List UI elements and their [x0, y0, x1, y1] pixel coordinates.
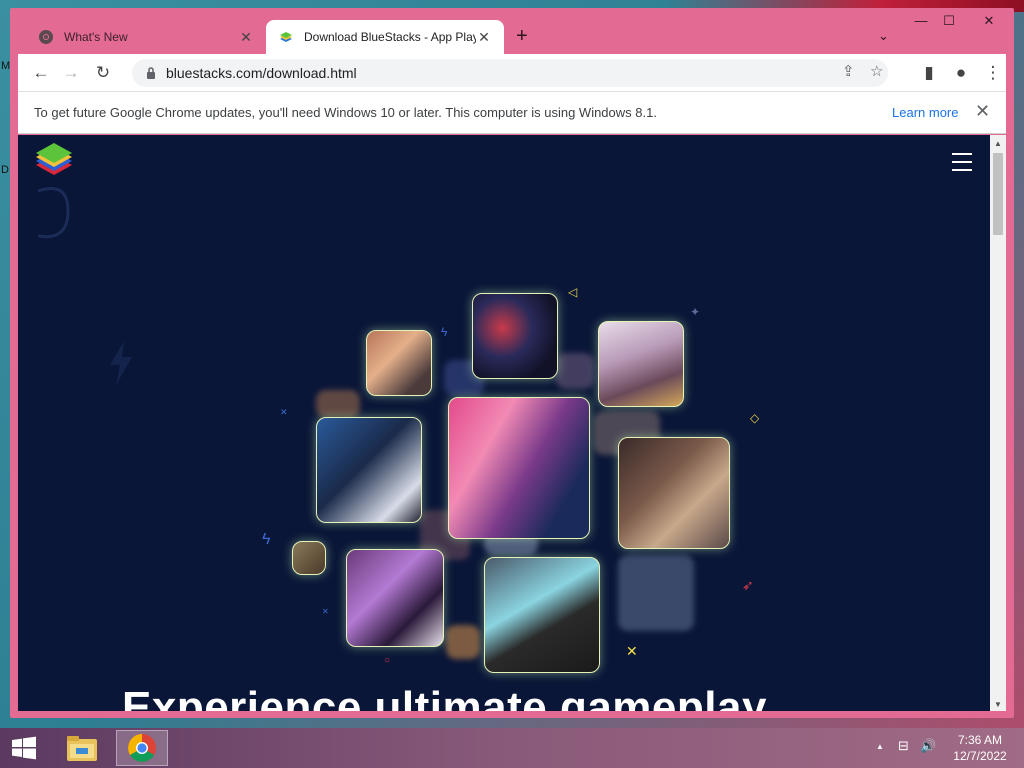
lightning-sparkle: ϟ: [441, 325, 448, 339]
gamer-photo: [484, 557, 600, 673]
chrome-icon: [39, 30, 53, 44]
gamer-photo: [598, 321, 684, 407]
tab-close-button[interactable]: ✕: [476, 29, 492, 46]
tab-strip: What's New ✕ Download BlueStacks - App P…: [10, 8, 1014, 54]
tab-close-button[interactable]: ✕: [238, 29, 254, 46]
triangle-sparkle: ◁: [568, 285, 578, 299]
scrollbar-thumb[interactable]: [993, 153, 1003, 235]
gamer-photo: [316, 417, 422, 523]
cross-sparkle: ✕: [322, 607, 329, 616]
cross-sparkle: ✕: [626, 643, 638, 659]
rocket-sparkle: ✦: [690, 305, 701, 319]
forward-icon[interactable]: →: [60, 62, 82, 84]
gamer-photo: [366, 330, 432, 396]
clock-time: 7:36 AM: [957, 733, 1003, 747]
bluestacks-icon: [280, 32, 292, 42]
system-clock[interactable]: 7:36 AM 12/7/2022: [948, 732, 1012, 764]
page-content: ◁ ϟ ✦ ◇ ✕ ϟ ✕ ➶ ✕ ○ Experience ultimate …: [18, 135, 990, 711]
gamer-photo: [472, 293, 558, 379]
gamer-photo: [346, 549, 444, 647]
chrome-logo-icon: [128, 734, 156, 762]
infobar-close-icon[interactable]: ✕: [975, 101, 990, 122]
lightning-sparkle: ϟ: [262, 531, 271, 548]
blurred-photo: [446, 625, 480, 659]
circle-sparkle: ○: [384, 655, 391, 666]
page-scrollbar[interactable]: ▲ ▼: [990, 135, 1006, 711]
gamer-photo: [292, 541, 326, 575]
file-explorer-taskbar-button[interactable]: [56, 730, 108, 766]
volume-icon[interactable]: 🔊: [920, 738, 936, 754]
browser-toolbar: ← → ↻ bluestacks.com/download.html ⇪ ☆ ▮…: [18, 54, 1006, 92]
blurred-photo: [556, 353, 594, 389]
lightning-icon: [110, 341, 132, 385]
tab-whats-new[interactable]: What's New ✕: [26, 20, 266, 54]
blurred-photo: [316, 390, 360, 418]
chrome-window: What's New ✕ Download BlueStacks - App P…: [10, 8, 1014, 718]
folder-icon: [67, 736, 97, 761]
maximize-button[interactable]: ☐: [932, 10, 966, 32]
desktop-icon-label-d: D: [1, 164, 9, 176]
new-tab-button[interactable]: +: [516, 26, 528, 46]
scroll-down-arrow-icon[interactable]: ▼: [990, 700, 1006, 709]
tab-search-button[interactable]: ⌄: [878, 28, 889, 44]
tab-bluestacks-download[interactable]: Download BlueStacks - App Player ✕: [266, 20, 504, 54]
clock-date: 12/7/2022: [953, 749, 1007, 763]
desktop-icon-label-m: M: [1, 60, 11, 72]
side-panel-icon[interactable]: ▮: [918, 62, 940, 84]
rocket-sparkle: ➶: [742, 577, 754, 593]
bookmark-star-icon[interactable]: ☆: [870, 62, 883, 80]
lock-icon: [147, 67, 155, 79]
gamer-photo: [448, 397, 590, 539]
hamburger-menu-icon[interactable]: [952, 153, 972, 171]
address-bar[interactable]: bluestacks.com/download.html ⇪ ☆: [132, 59, 888, 87]
profile-avatar-icon[interactable]: ●: [950, 62, 972, 84]
back-icon[interactable]: ←: [30, 62, 52, 84]
show-hidden-icons-arrow[interactable]: ▲: [876, 742, 884, 751]
url-text: bluestacks.com/download.html: [166, 65, 357, 81]
share-icon[interactable]: ⇪: [842, 62, 855, 80]
scroll-up-arrow-icon[interactable]: ▲: [990, 139, 1006, 148]
cross-sparkle: ✕: [280, 407, 288, 417]
blurred-photo: [618, 555, 694, 631]
gamer-photo: [618, 437, 730, 549]
close-window-button[interactable]: ✕: [966, 10, 1012, 32]
tab-title: What's New: [64, 30, 128, 44]
update-infobar: To get future Google Chrome updates, you…: [18, 92, 1006, 134]
windows-taskbar: ▲ ⊟ 🔊 7:36 AM 12/7/2022: [0, 728, 1024, 768]
hero-headline: Experience ultimate gameplay: [122, 683, 767, 711]
infobar-message: To get future Google Chrome updates, you…: [34, 105, 657, 120]
diamond-sparkle: ◇: [750, 411, 760, 425]
decorative-swirl: [37, 187, 70, 239]
chrome-taskbar-button[interactable]: [116, 730, 168, 766]
network-icon[interactable]: ⊟: [898, 738, 909, 754]
chrome-menu-icon[interactable]: ⋮: [982, 62, 1004, 84]
windows-start-icon[interactable]: [10, 736, 38, 760]
tab-title: Download BlueStacks - App Player: [304, 30, 476, 44]
learn-more-link[interactable]: Learn more: [892, 105, 958, 120]
bluestacks-logo[interactable]: [32, 139, 76, 183]
reload-icon[interactable]: ↻: [92, 62, 114, 84]
